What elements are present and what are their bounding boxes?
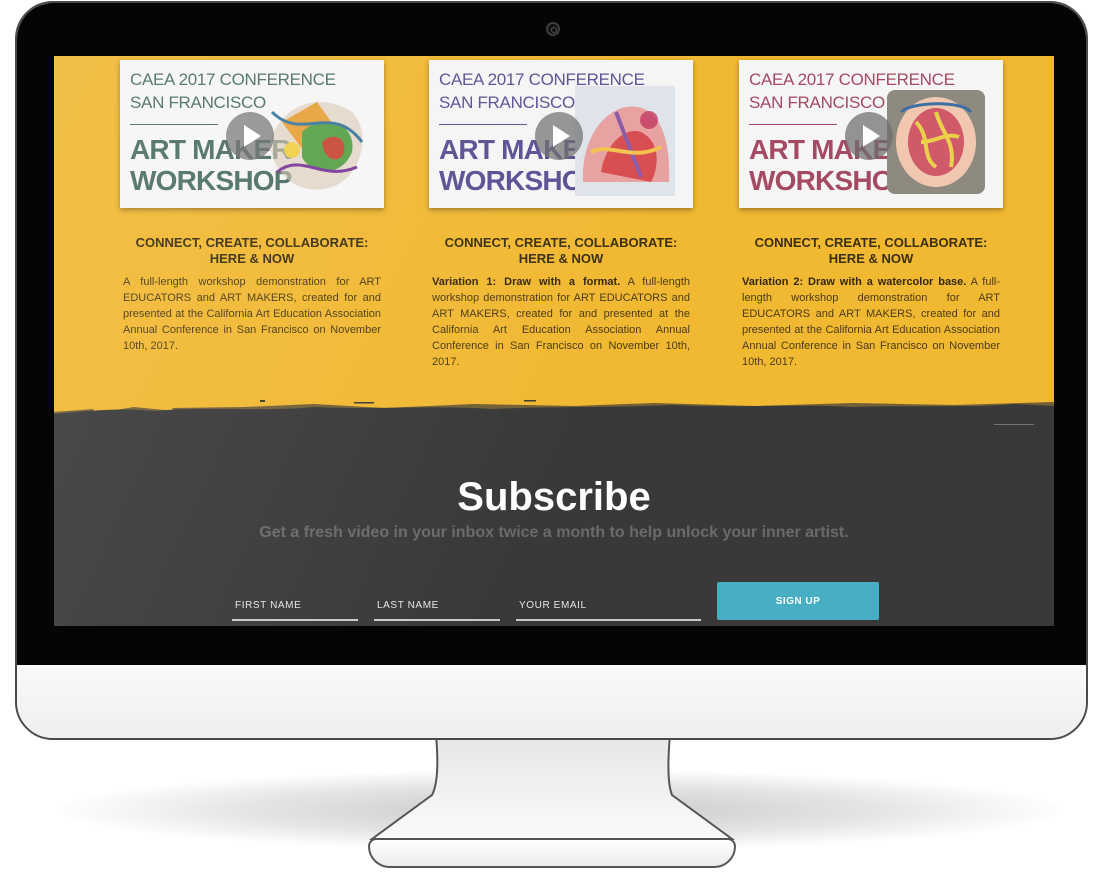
play-icon: [863, 125, 880, 147]
monitor-chin: [17, 665, 1086, 738]
last-name-field[interactable]: [374, 591, 500, 621]
video-heading: CONNECT, CREATE, COLLABORATE: HERE & NOW: [754, 235, 988, 266]
subscribe-subtitle: Get a fresh video in your inbox twice a …: [259, 524, 849, 541]
video-card: CAEA 2017 CONFERENCE SAN FRANCISCO ART MA…: [120, 60, 384, 354]
video-description: Variation 2: Draw with a watercolor base…: [742, 276, 1001, 368]
artwork-image: [270, 102, 364, 190]
monitor-stand-neck: [368, 735, 736, 840]
video-variation-label: Variation 1: Draw with a format.: [432, 276, 621, 288]
video-description: A full-length workshop demonstration for…: [123, 276, 381, 352]
video-thumbnail[interactable]: CAEA 2017 CONFERENCE SAN FRANCISCO ART MA…: [429, 60, 693, 208]
video-heading: CONNECT, CREATE, COLLABORATE: HERE & NOW: [135, 235, 369, 266]
play-icon: [553, 125, 570, 147]
play-button[interactable]: [845, 112, 893, 160]
video-card: CAEA 2017 CONFERENCE SAN FRANCISCO ART MA…: [739, 60, 1003, 370]
video-card: CAEA 2017 CONFERENCE SAN FRANCISCO ART MA…: [429, 60, 693, 370]
video-thumbnail[interactable]: CAEA 2017 CONFERENCE SAN FRANCISCO ART MA…: [739, 60, 1003, 208]
play-button[interactable]: [226, 112, 274, 160]
thumbnail-divider: [439, 124, 527, 125]
video-variation-label: Variation 2: Draw with a watercolor base…: [742, 276, 967, 288]
brush-stroke-divider: [54, 400, 1054, 434]
last-name-input[interactable]: [374, 591, 500, 619]
video-description: Variation 1: Draw with a format. A full-…: [432, 276, 690, 368]
thumbnail-divider: [749, 124, 837, 125]
subscribe-title: Subscribe: [457, 475, 651, 519]
email-field[interactable]: [516, 591, 701, 621]
artwork-image: [887, 90, 985, 194]
email-input[interactable]: [516, 591, 701, 619]
website-screen: CAEA 2017 CONFERENCE SAN FRANCISCO ART MA…: [54, 56, 1054, 626]
video-heading: CONNECT, CREATE, COLLABORATE: HERE & NOW: [444, 235, 678, 266]
play-icon: [244, 125, 261, 147]
monitor-stand-base: [368, 838, 736, 868]
thumbnail-divider: [130, 124, 218, 125]
video-thumbnail[interactable]: CAEA 2017 CONFERENCE SAN FRANCISCO ART MA…: [120, 60, 384, 208]
play-button[interactable]: [535, 112, 583, 160]
first-name-field[interactable]: [232, 591, 358, 621]
sign-up-button[interactable]: SIGN UP: [717, 582, 879, 620]
first-name-input[interactable]: [232, 591, 358, 619]
artwork-image: [575, 86, 675, 196]
webcam-icon: [546, 22, 560, 36]
